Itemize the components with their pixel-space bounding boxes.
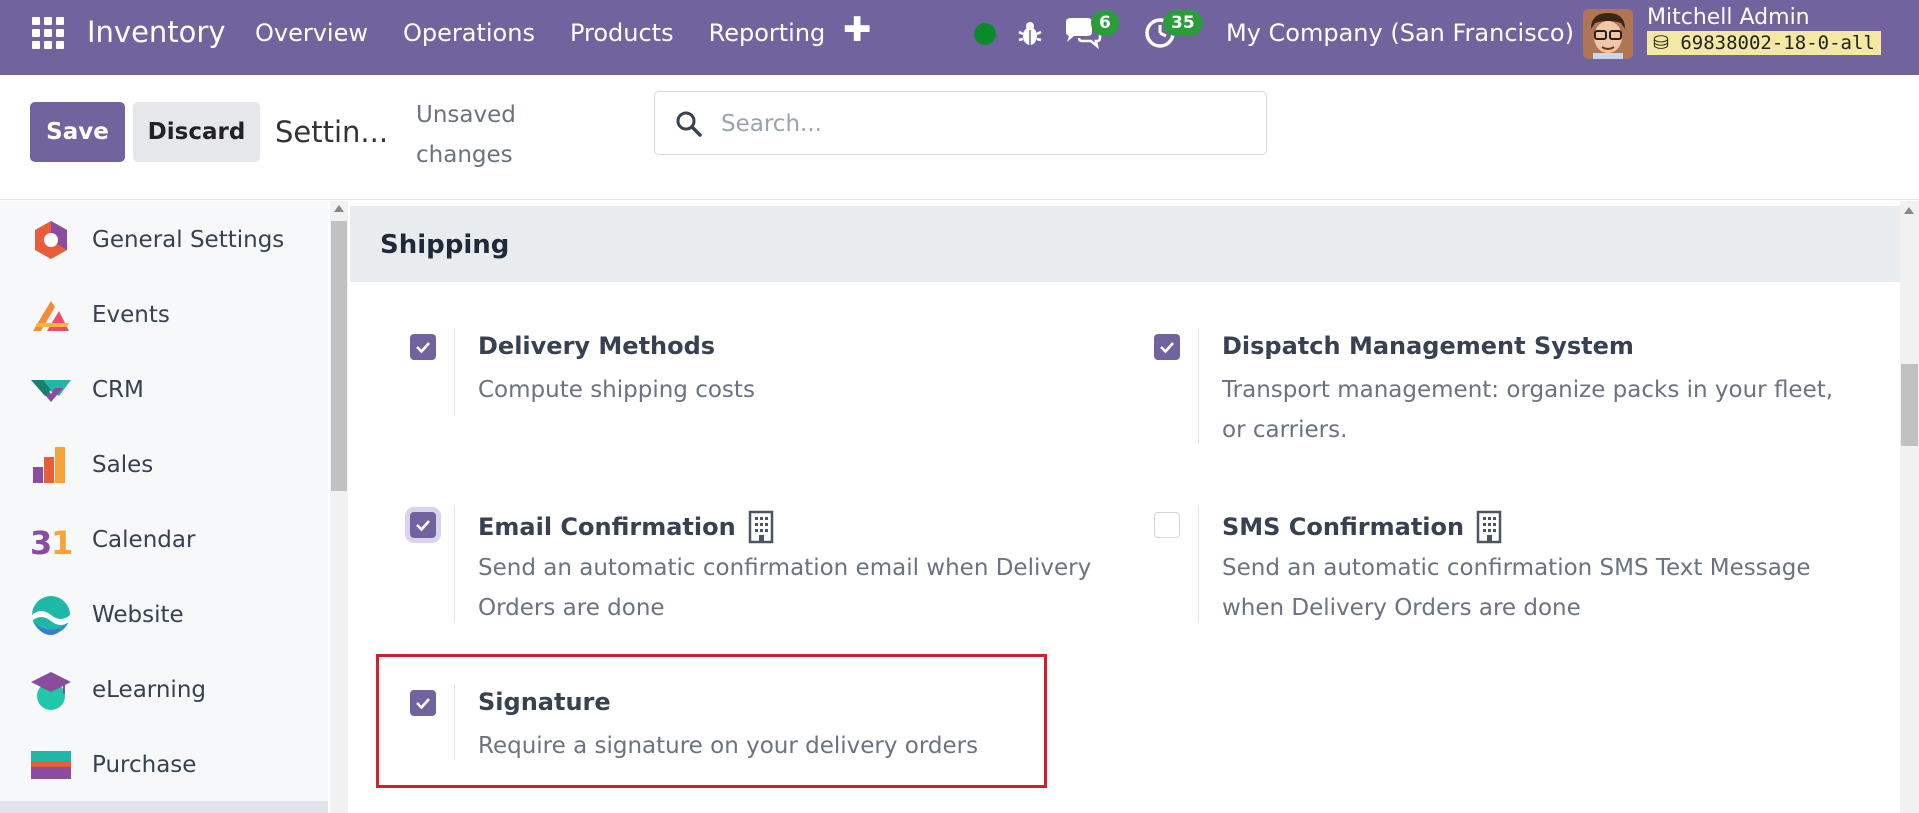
online-status-icon — [974, 23, 996, 45]
sidebar-item-elearning[interactable]: eLearning — [0, 660, 328, 720]
sidebar-item-label: CRM — [92, 377, 144, 403]
sidebar-scrollbar[interactable] — [330, 201, 348, 813]
sidebar-item-label: Events — [92, 302, 170, 328]
svg-text:1: 1 — [51, 524, 73, 562]
sidebar-item-events[interactable]: Events — [0, 285, 328, 345]
menu-products[interactable]: Products — [570, 19, 674, 47]
sidebar-item-label: General Settings — [92, 227, 285, 253]
calendar-icon: 3 1 — [30, 524, 73, 562]
sidebar-item-general-settings[interactable]: General Settings — [0, 210, 328, 270]
plus-icon[interactable]: ✚ — [843, 10, 872, 50]
scroll-up-arrow-icon[interactable] — [334, 205, 344, 212]
content-scrollbar[interactable] — [1900, 201, 1919, 813]
sidebar-item-active[interactable] — [0, 801, 328, 813]
company-switcher[interactable]: My Company (San Francisco) — [1226, 19, 1574, 47]
setting-description: Send an automatic confirmation email whe… — [478, 555, 1092, 621]
elearning-icon — [31, 672, 71, 710]
setting-title: Email Confirmation — [478, 510, 774, 544]
section-header: Shipping — [350, 206, 1900, 282]
svg-text:3: 3 — [30, 524, 52, 562]
search-box — [654, 91, 1267, 155]
activities-count-badge: 35 — [1163, 10, 1203, 36]
divider — [454, 506, 455, 622]
company-building-icon — [748, 510, 773, 544]
scroll-up-arrow-icon[interactable] — [1904, 207, 1914, 214]
company-building-icon — [1476, 510, 1502, 544]
dispatch-management-checkbox[interactable] — [1154, 334, 1180, 360]
divider — [1198, 506, 1199, 622]
sidebar-item-label: Calendar — [92, 527, 196, 553]
setting-description: Send an automatic confirmation SMS Text … — [1222, 555, 1811, 621]
menu-overview[interactable]: Overview — [255, 19, 368, 47]
settings-sidebar: General Settings Events CRM Sales 3 1 Ca… — [0, 201, 328, 813]
database-badge: ⛁ 69838002-18-0-all — [1647, 31, 1881, 55]
messages-count-badge: 6 — [1091, 10, 1119, 36]
sidebar-item-website[interactable]: Website — [0, 585, 328, 645]
sales-icon — [33, 447, 65, 483]
breadcrumb: Settin... — [275, 115, 389, 149]
apps-menu-icon[interactable] — [32, 17, 64, 49]
email-confirmation-checkbox[interactable] — [410, 512, 436, 538]
setting-title-text: Dispatch Management System — [1222, 332, 1634, 360]
search-icon — [676, 111, 702, 137]
setting-title-text: Email Confirmation — [478, 513, 736, 541]
setting-title: SMS Confirmation — [1222, 510, 1502, 544]
search-input[interactable] — [721, 102, 1251, 146]
setting-title: Dispatch Management System — [1222, 332, 1634, 360]
bug-icon[interactable] — [1016, 18, 1044, 48]
main-menu: Overview Operations Products Reporting — [255, 19, 825, 47]
purchase-icon — [31, 751, 71, 779]
website-icon — [32, 596, 70, 635]
delivery-methods-checkbox[interactable] — [410, 334, 436, 360]
database-name: 69838002-18-0-all — [1680, 32, 1875, 54]
top-navbar: Inventory Overview Operations Products R… — [0, 0, 1919, 75]
section-title: Shipping — [380, 230, 510, 260]
signature-highlight-box — [376, 654, 1047, 788]
unsaved-changes-indicator: Unsaved changes — [416, 102, 516, 168]
sidebar-item-calendar[interactable]: 3 1 Calendar — [0, 510, 328, 570]
sidebar-item-purchase[interactable]: Purchase — [0, 735, 328, 795]
events-icon — [33, 301, 69, 331]
general-settings-icon — [35, 221, 67, 259]
checkmark-icon — [1160, 342, 1174, 354]
save-button[interactable]: Save — [30, 102, 125, 162]
sidebar-item-label: eLearning — [92, 677, 207, 703]
menu-reporting[interactable]: Reporting — [709, 19, 826, 47]
menu-operations[interactable]: Operations — [403, 19, 535, 47]
sidebar-item-label: Sales — [92, 452, 154, 478]
sidebar-item-label: Website — [92, 602, 184, 628]
discard-button[interactable]: Discard — [133, 102, 260, 162]
sidebar-item-crm[interactable]: CRM — [0, 360, 328, 420]
user-name[interactable]: Mitchell Admin — [1647, 5, 1810, 30]
setting-title-text: SMS Confirmation — [1222, 513, 1465, 541]
setting-description: Compute shipping costs — [478, 377, 755, 403]
divider — [1198, 328, 1199, 444]
content-scrollbar-thumb[interactable] — [1901, 364, 1918, 446]
setting-title-text: Delivery Methods — [478, 332, 716, 360]
sms-confirmation-checkbox[interactable] — [1154, 512, 1180, 538]
divider — [454, 328, 455, 416]
control-panel: Save Discard Settin... Unsaved changes — [0, 75, 1919, 200]
checkmark-icon — [416, 520, 430, 532]
app-name[interactable]: Inventory — [87, 15, 226, 49]
user-avatar[interactable] — [1583, 9, 1633, 59]
setting-title: Delivery Methods — [478, 332, 715, 360]
crm-icon — [31, 380, 71, 402]
sidebar-item-sales[interactable]: Sales — [0, 435, 328, 495]
sidebar-scrollbar-thumb[interactable] — [331, 221, 347, 491]
sidebar-item-label: Purchase — [92, 752, 197, 778]
checkmark-icon — [416, 342, 430, 354]
setting-description: Transport management: organize packs in … — [1222, 377, 1834, 443]
database-icon: ⛁ — [1653, 32, 1681, 54]
